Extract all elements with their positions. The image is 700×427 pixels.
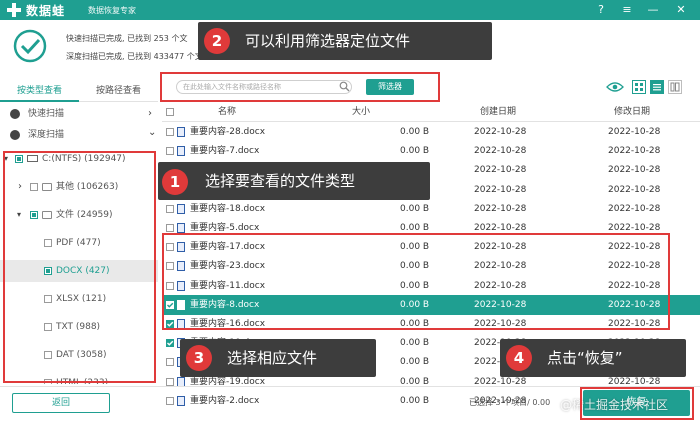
selection-status: 已选择 3 个项目/ 0.00 [469, 398, 551, 407]
deep-scan-section[interactable]: 深度扫描 ⌄ [0, 125, 158, 145]
file-size: 0.00 B [400, 203, 430, 214]
chevron-right-icon[interactable]: › [148, 104, 152, 124]
deep-scan-summary: 深度扫描已完成, 已找到 433477 个文 [66, 52, 203, 61]
file-name: 重要内容-28.docx [190, 127, 266, 137]
table-row[interactable]: 重要内容-7.docx 0.00 B 2022-10-28 2022-10-28 [162, 141, 700, 161]
row-checkbox[interactable] [166, 204, 174, 213]
callout-text: 选择相应文件 [227, 349, 318, 367]
tab-by-path[interactable]: 按路径查看 [79, 80, 158, 102]
row-checkbox[interactable] [166, 147, 174, 156]
docx-file-icon [177, 203, 185, 214]
close-icon[interactable]: ✕ [670, 0, 692, 20]
file-modified: 2022-10-28 [608, 146, 661, 157]
highlight-filter-area [160, 72, 440, 102]
row-checkbox[interactable] [166, 396, 174, 405]
column-size[interactable]: 大小 [352, 103, 370, 122]
file-name: 重要内容-18.docx [190, 203, 266, 214]
column-name[interactable]: 名称 [218, 103, 236, 122]
file-created: 2022-10-28 [474, 203, 527, 214]
file-table-header: 名称 大小 创建日期 修改日期 [162, 103, 700, 122]
docx-file-icon [177, 146, 185, 157]
file-size: 0.00 B [400, 376, 430, 387]
docx-file-icon [177, 223, 185, 233]
check-dot-icon [10, 109, 20, 119]
file-name: 重要内容-2.docx [190, 395, 260, 406]
file-created: 2022-10-28 [474, 127, 527, 137]
file-modified: 2022-10-28 [608, 165, 661, 176]
check-dot-icon [10, 130, 20, 140]
app-subtitle: 数据恢复专家 [88, 6, 136, 15]
tab-by-type[interactable]: 按类型查看 [0, 80, 79, 102]
grid-view-icon[interactable] [632, 80, 646, 94]
callout-filter: 可以利用筛选器定位文件 [198, 22, 492, 60]
file-size: 0.00 B [400, 338, 430, 349]
file-size: 0.00 B [400, 127, 430, 137]
quick-scan-summary: 快速扫描已完成, 已找到 253 个文 [66, 34, 188, 43]
step-badge-3: 3 [186, 345, 212, 371]
table-row[interactable]: 重要内容-28.docx 0.00 B 2022-10-28 2022-10-28 [162, 122, 700, 142]
list-view-icon[interactable] [650, 80, 664, 94]
highlight-recover-button [580, 387, 694, 420]
row-checkbox[interactable] [166, 128, 174, 136]
minimize-icon[interactable]: — [642, 0, 664, 20]
file-size: 0.00 B [400, 146, 430, 157]
file-modified: 2022-10-28 [608, 184, 661, 195]
file-size: 0.00 B [400, 395, 430, 406]
table-row[interactable]: 重要内容-18.docx 0.00 B 2022-10-28 2022-10-28 [162, 199, 700, 219]
callout-type: 选择要查看的文件类型 [158, 162, 430, 200]
highlight-selected-files [162, 233, 670, 330]
file-created: 2022-10-28 [474, 184, 527, 195]
select-all-checkbox[interactable] [166, 108, 174, 116]
highlight-type-tree [3, 151, 156, 383]
column-created[interactable]: 创建日期 [480, 103, 516, 122]
row-checkbox[interactable] [166, 339, 174, 348]
view-tabs: 按类型查看 按路径查看 [0, 80, 158, 102]
row-checkbox[interactable] [166, 377, 174, 386]
docx-file-icon [177, 395, 185, 406]
title-bar: 数据蛙 数据恢复专家 ? ≡ — ✕ [0, 0, 700, 20]
quick-scan-section[interactable]: 快速扫描 › [0, 104, 158, 124]
callout-text: 选择要查看的文件类型 [205, 172, 356, 190]
file-name: 重要内容-7.docx [190, 146, 260, 157]
file-created: 2022-10-28 [474, 146, 527, 157]
scan-complete-icon [13, 29, 47, 63]
file-size: 0.00 B [400, 357, 430, 368]
chevron-down-icon[interactable]: ⌄ [148, 123, 156, 143]
row-checkbox[interactable] [166, 358, 174, 367]
file-created: 2022-10-28 [474, 165, 527, 176]
step-badge-1: 1 [162, 169, 188, 195]
deep-scan-label: 深度扫描 [28, 130, 65, 140]
back-button[interactable]: 返回 [12, 393, 110, 413]
app-title: 数据蛙 [26, 4, 66, 18]
quick-scan-label: 快速扫描 [28, 109, 65, 119]
step-badge-4: 4 [506, 345, 532, 371]
menu-icon[interactable]: ≡ [616, 0, 638, 20]
preview-eye-icon[interactable] [606, 81, 624, 93]
detail-view-icon[interactable] [668, 80, 682, 94]
docx-file-icon [177, 127, 185, 137]
row-checkbox[interactable] [166, 224, 174, 232]
step-badge-2: 2 [204, 28, 230, 54]
column-modified[interactable]: 修改日期 [614, 103, 650, 122]
callout-text: 点击“恢复” [547, 349, 623, 367]
app-logo-icon [7, 3, 21, 17]
file-modified: 2022-10-28 [608, 127, 661, 137]
callout-text: 可以利用筛选器定位文件 [245, 32, 411, 50]
help-icon[interactable]: ? [590, 0, 612, 20]
file-modified: 2022-10-28 [608, 203, 661, 214]
